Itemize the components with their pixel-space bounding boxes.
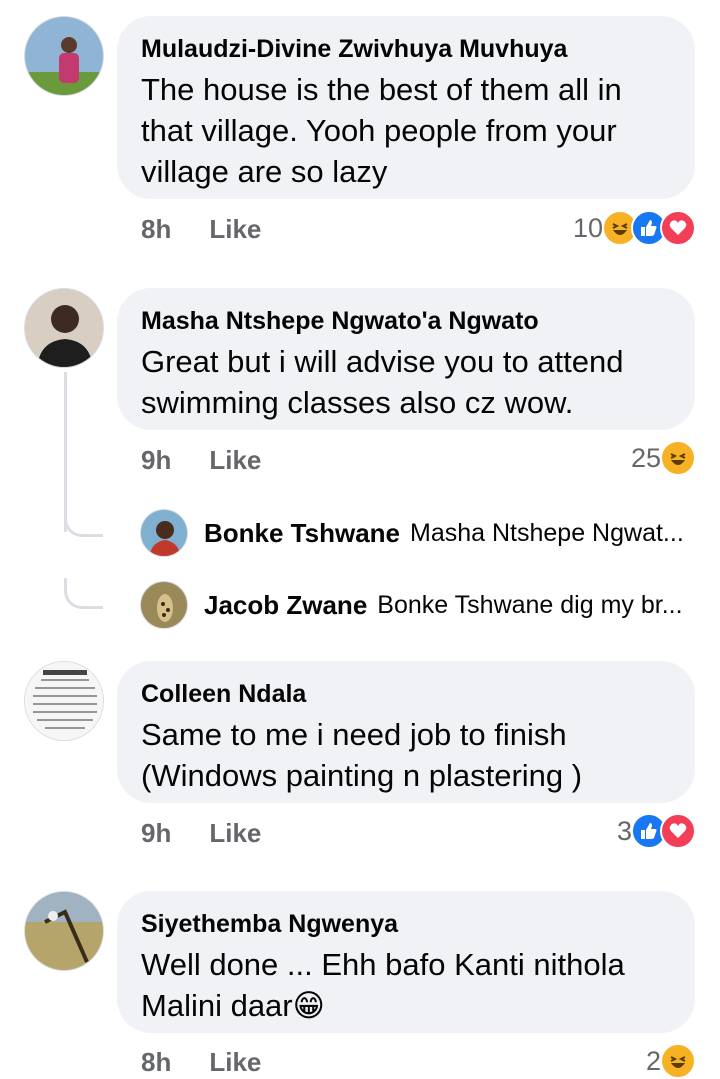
reaction-count: 10 — [572, 212, 603, 243]
comment-text-line: that village. Yooh people from your — [141, 113, 617, 148]
comment-text-line: Well done ... Ehh bafo Kanti nithola — [141, 947, 625, 982]
comment-bubble: Siyethemba Ngwenya Well done ... Ehh baf… — [117, 891, 695, 1033]
reply-author[interactable]: Bonke Tshwane — [204, 518, 400, 549]
comment-author[interactable]: Siyethemba Ngwenya — [141, 909, 671, 939]
like-button[interactable]: Like — [209, 818, 261, 848]
reply-text[interactable]: Bonke Tshwane dig my br... — [377, 591, 682, 620]
comment-text-line: Great but i will advise you to attend — [141, 344, 624, 379]
thread-connector — [64, 506, 103, 537]
comment-meta: 8h Like — [141, 214, 261, 245]
comment-text: Great but i will advise you to attend sw… — [141, 341, 671, 423]
like-button[interactable]: Like — [209, 214, 261, 244]
reaction-summary[interactable]: 25 — [631, 440, 696, 476]
avatar[interactable] — [140, 509, 188, 557]
thread-connector — [64, 578, 103, 609]
love-icon — [660, 813, 696, 849]
reply-author[interactable]: Jacob Zwane — [204, 590, 367, 621]
comment-time[interactable]: 9h — [141, 818, 171, 848]
reaction-count: 3 — [616, 815, 632, 846]
comment-time[interactable]: 9h — [141, 445, 171, 475]
comment-text-line: (Windows painting n plastering ) — [141, 758, 583, 793]
like-button[interactable]: Like — [209, 445, 261, 475]
reply-row[interactable]: Bonke Tshwane Masha Ntshepe Ngwat... — [140, 508, 684, 558]
reaction-summary[interactable]: 2 — [646, 1043, 696, 1079]
comment-meta: 9h Like — [141, 445, 261, 476]
comment-meta: 9h Like — [141, 818, 261, 849]
avatar[interactable] — [24, 661, 104, 741]
haha-icon — [660, 1043, 696, 1079]
comment-time[interactable]: 8h — [141, 214, 171, 244]
comment-bubble: Colleen Ndala Same to me i need job to f… — [117, 661, 695, 803]
comment-text-line: Malini daar😁 — [141, 988, 325, 1023]
comment-time[interactable]: 8h — [141, 1047, 171, 1077]
comment-author[interactable]: Colleen Ndala — [141, 679, 671, 709]
avatar[interactable] — [140, 581, 188, 629]
avatar[interactable] — [24, 16, 104, 96]
comment-meta: 8h Like — [141, 1047, 261, 1078]
comment-text-line: swimming classes also cz wow. — [141, 385, 574, 420]
reaction-count: 2 — [645, 1045, 661, 1076]
avatar[interactable] — [24, 288, 104, 368]
comment-bubble: Masha Ntshepe Ngwato'a Ngwato Great but … — [117, 288, 695, 430]
reply-text[interactable]: Masha Ntshepe Ngwat... — [410, 519, 684, 548]
reaction-count: 25 — [630, 442, 661, 473]
love-icon — [660, 210, 696, 246]
comment-text: Same to me i need job to finish (Windows… — [141, 714, 671, 796]
reply-row[interactable]: Jacob Zwane Bonke Tshwane dig my br... — [140, 580, 683, 630]
comment-text-line: Same to me i need job to finish — [141, 717, 567, 752]
like-button[interactable]: Like — [209, 1047, 261, 1077]
avatar[interactable] — [24, 891, 104, 971]
comment-text-line: village are so lazy — [141, 154, 388, 189]
comment-text-line: The house is the best of them all in — [141, 72, 622, 107]
comment-bubble: Mulaudzi-Divine Zwivhuya Muvhuya The hou… — [117, 16, 695, 199]
comment-author[interactable]: Masha Ntshepe Ngwato'a Ngwato — [141, 306, 671, 336]
comment-text: Well done ... Ehh bafo Kanti nithola Mal… — [141, 944, 671, 1026]
reaction-summary[interactable]: 10 — [573, 210, 696, 246]
comment-text: The house is the best of them all in tha… — [141, 69, 671, 192]
reaction-summary[interactable]: 3 — [617, 813, 696, 849]
comment-author[interactable]: Mulaudzi-Divine Zwivhuya Muvhuya — [141, 34, 671, 64]
haha-icon — [660, 440, 696, 476]
